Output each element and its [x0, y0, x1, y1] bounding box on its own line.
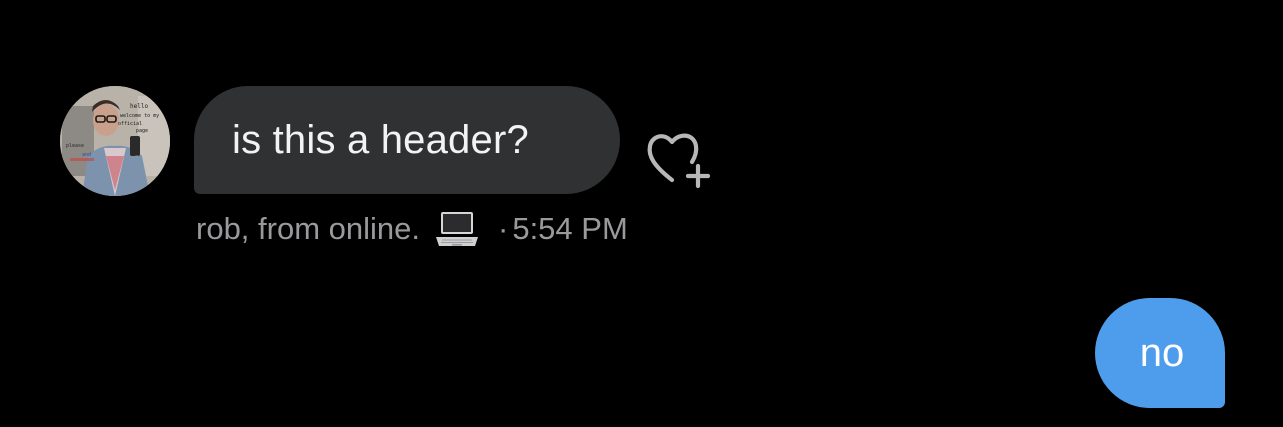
avatar-photo: hello welcome to my official page please…: [60, 86, 170, 196]
sender-name: rob, from online.: [196, 211, 420, 246]
sender-avatar[interactable]: hello welcome to my official page please…: [60, 86, 170, 196]
svg-text:and: and: [82, 152, 91, 158]
react-heart-button[interactable]: [640, 126, 720, 192]
svg-text:official: official: [118, 121, 142, 127]
laptop-icon: [434, 209, 480, 249]
outgoing-message-text: no: [1139, 330, 1185, 375]
message-meta: rob, from online. · 5:54 PM: [196, 204, 628, 254]
svg-text:hello: hello: [130, 103, 148, 110]
message-timestamp: 5:54 PM: [512, 211, 628, 246]
outgoing-message-bubble[interactable]: no: [1095, 298, 1225, 408]
svg-text:page: page: [136, 128, 148, 134]
heart-plus-icon: [647, 133, 711, 189]
incoming-message-bubble[interactable]: is this a header?: [194, 86, 620, 194]
svg-text:please: please: [66, 143, 84, 149]
meta-separator: ·: [498, 211, 509, 246]
svg-text:welcome to my: welcome to my: [120, 113, 159, 119]
incoming-message-text: is this a header?: [232, 117, 529, 162]
